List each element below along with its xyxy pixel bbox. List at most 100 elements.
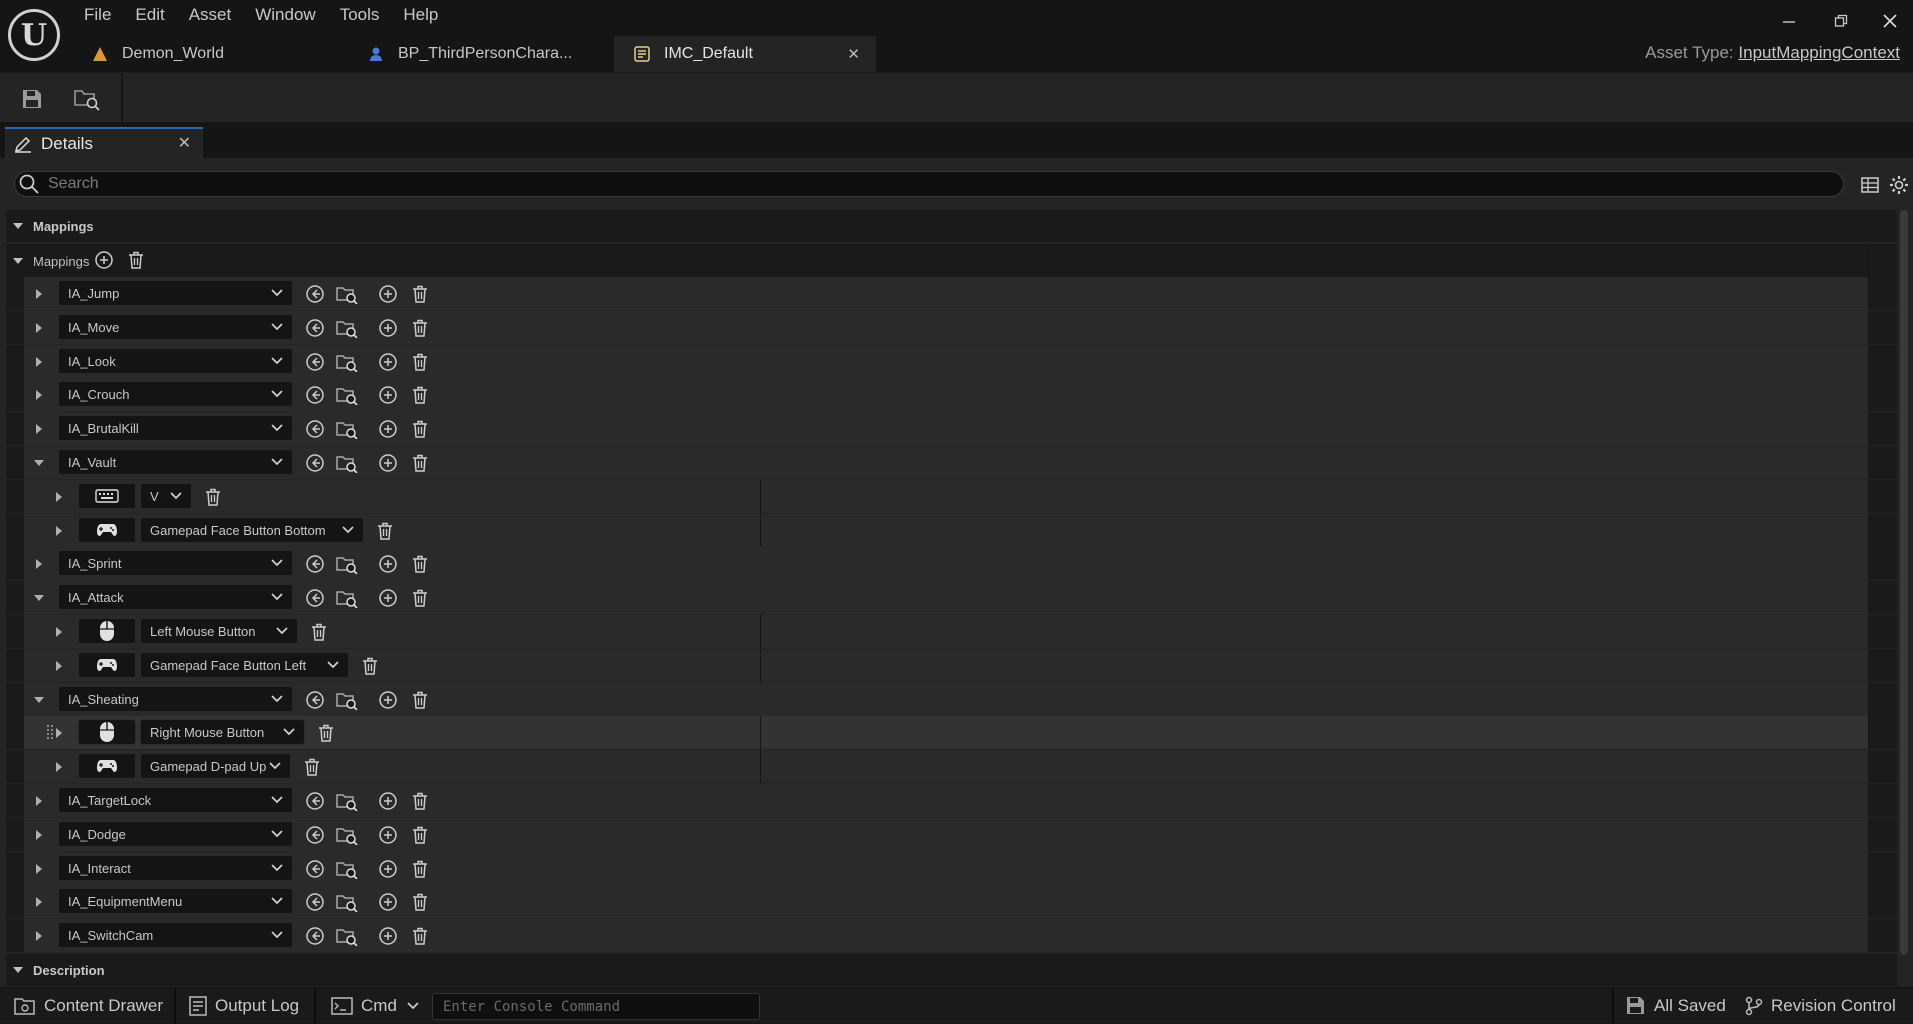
clear-mappings-button[interactable] (125, 249, 147, 271)
tab-demon-world[interactable]: Demon_World (72, 36, 348, 72)
add-key-button[interactable] (377, 418, 399, 440)
delete-key-button[interactable] (202, 486, 224, 508)
delete-mapping-button[interactable] (409, 384, 431, 406)
use-selected-asset-button[interactable] (304, 587, 326, 609)
key-selector-button[interactable] (78, 618, 136, 644)
use-selected-asset-button[interactable] (304, 858, 326, 880)
delete-key-button[interactable] (359, 655, 381, 677)
use-selected-asset-button[interactable] (304, 824, 326, 846)
input-action-combo[interactable]: IA_TargetLock (58, 787, 293, 813)
console-input[interactable] (443, 998, 759, 1015)
use-selected-asset-button[interactable] (304, 283, 326, 305)
output-log-button[interactable]: Output Log (189, 988, 299, 1024)
delete-mapping-button[interactable] (409, 317, 431, 339)
input-action-combo[interactable]: IA_Sheating (58, 686, 293, 712)
add-key-button[interactable] (377, 452, 399, 474)
add-key-button[interactable] (377, 384, 399, 406)
key-selector-button[interactable] (78, 483, 136, 509)
key-combo[interactable]: Gamepad Face Button Left (140, 652, 349, 678)
delete-mapping-button[interactable] (409, 553, 431, 575)
browse-asset-button[interactable] (336, 317, 358, 339)
collapsed-arrow-icon[interactable] (53, 525, 65, 537)
all-saved-button[interactable]: All Saved (1626, 988, 1726, 1024)
tab-imc-default[interactable]: IMC_Default ✕ (614, 36, 876, 72)
tab-bp-thirdperson[interactable]: BP_ThirdPersonChara... (348, 36, 610, 72)
add-key-button[interactable] (377, 553, 399, 575)
add-key-button[interactable] (377, 317, 399, 339)
collapsed-arrow-icon[interactable] (33, 322, 45, 334)
use-selected-asset-button[interactable] (304, 317, 326, 339)
delete-mapping-button[interactable] (409, 790, 431, 812)
vertical-scrollbar[interactable] (1900, 210, 1908, 955)
add-key-button[interactable] (377, 283, 399, 305)
collapsed-arrow-icon[interactable] (53, 727, 65, 739)
key-combo[interactable]: Right Mouse Button (140, 719, 305, 745)
details-tab[interactable]: Details ✕ (5, 127, 203, 158)
input-action-combo[interactable]: IA_Dodge (58, 821, 293, 847)
use-selected-asset-button[interactable] (304, 418, 326, 440)
use-selected-asset-button[interactable] (304, 790, 326, 812)
input-action-combo[interactable]: IA_Jump (58, 280, 293, 306)
close-tab-icon[interactable]: ✕ (827, 45, 860, 63)
table-view-button[interactable] (1859, 174, 1881, 196)
browse-asset-button[interactable] (336, 824, 358, 846)
delete-key-button[interactable] (308, 621, 330, 643)
browse-asset-button[interactable] (336, 452, 358, 474)
add-mapping-button[interactable] (93, 249, 115, 271)
add-key-button[interactable] (377, 587, 399, 609)
minimize-button[interactable] (1766, 6, 1812, 36)
close-panel-icon[interactable]: ✕ (178, 133, 191, 153)
menu-asset[interactable]: Asset (177, 0, 244, 30)
collapsed-arrow-icon[interactable] (33, 423, 45, 435)
browse-asset-button[interactable] (336, 587, 358, 609)
key-selector-button[interactable] (78, 652, 136, 678)
input-action-combo[interactable]: IA_Crouch (58, 381, 293, 407)
category-mappings[interactable]: Mappings (6, 210, 1897, 242)
expand-arrow-icon[interactable] (12, 255, 24, 267)
search-input[interactable] (48, 175, 1843, 193)
input-action-combo[interactable]: IA_EquipmentMenu (58, 888, 293, 914)
browse-asset-button[interactable] (70, 82, 104, 116)
add-key-button[interactable] (377, 858, 399, 880)
input-action-combo[interactable]: IA_Move (58, 314, 293, 340)
browse-asset-button[interactable] (336, 689, 358, 711)
menu-window[interactable]: Window (243, 0, 327, 30)
use-selected-asset-button[interactable] (304, 351, 326, 373)
delete-mapping-button[interactable] (409, 689, 431, 711)
use-selected-asset-button[interactable] (304, 452, 326, 474)
collapsed-arrow-icon[interactable] (53, 491, 65, 503)
menu-edit[interactable]: Edit (123, 0, 176, 30)
input-action-combo[interactable]: IA_Attack (58, 584, 293, 610)
add-key-button[interactable] (377, 925, 399, 947)
collapsed-arrow-icon[interactable] (33, 795, 45, 807)
menu-help[interactable]: Help (391, 0, 450, 30)
delete-key-button[interactable] (374, 520, 396, 542)
delete-mapping-button[interactable] (409, 351, 431, 373)
cmd-dropdown[interactable]: Cmd (331, 988, 419, 1024)
collapsed-arrow-icon[interactable] (33, 930, 45, 942)
content-drawer-button[interactable]: Content Drawer (14, 988, 163, 1024)
browse-asset-button[interactable] (336, 858, 358, 880)
expand-arrow-icon[interactable] (33, 694, 45, 706)
input-action-combo[interactable]: IA_Look (58, 348, 293, 374)
delete-mapping-button[interactable] (409, 283, 431, 305)
delete-key-button[interactable] (315, 722, 337, 744)
expand-arrow-icon[interactable] (33, 592, 45, 604)
use-selected-asset-button[interactable] (304, 689, 326, 711)
delete-mapping-button[interactable] (409, 858, 431, 880)
delete-mapping-button[interactable] (409, 824, 431, 846)
collapsed-arrow-icon[interactable] (33, 863, 45, 875)
use-selected-asset-button[interactable] (304, 384, 326, 406)
key-selector-button[interactable] (78, 753, 136, 779)
add-key-button[interactable] (377, 790, 399, 812)
use-selected-asset-button[interactable] (304, 891, 326, 913)
settings-button[interactable] (1888, 174, 1910, 196)
delete-mapping-button[interactable] (409, 891, 431, 913)
browse-asset-button[interactable] (336, 283, 358, 305)
browse-asset-button[interactable] (336, 384, 358, 406)
key-selector-button[interactable] (78, 517, 136, 543)
collapsed-arrow-icon[interactable] (33, 389, 45, 401)
input-action-combo[interactable]: IA_BrutalKill (58, 415, 293, 441)
browse-asset-button[interactable] (336, 351, 358, 373)
input-action-combo[interactable]: IA_Vault (58, 449, 293, 475)
